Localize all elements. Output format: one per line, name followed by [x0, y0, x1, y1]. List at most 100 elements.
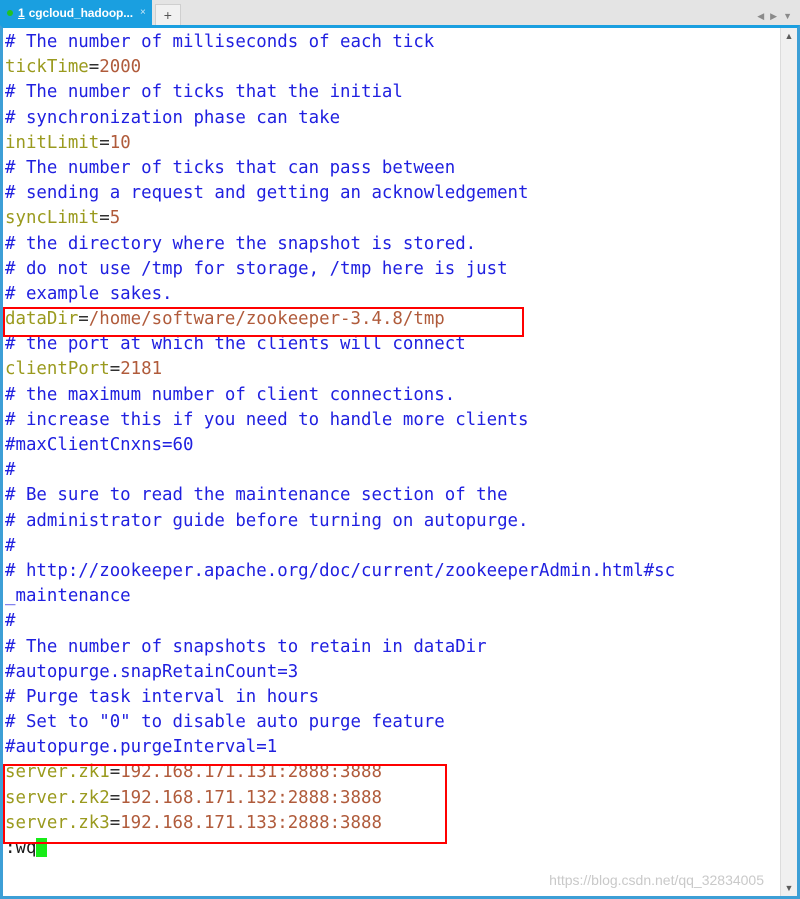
comment-token: # The number of ticks that can pass betw…: [5, 157, 456, 178]
code-line: #: [5, 609, 780, 634]
comment-token: # administrator guide before turning on …: [5, 510, 529, 531]
code-line: #: [5, 458, 780, 483]
terminal-screen[interactable]: # The number of milliseconds of each tic…: [3, 28, 780, 896]
code-line: clientPort=2181: [5, 357, 780, 382]
comment-token: #maxClientCnxns=60: [5, 435, 194, 455]
code-line: # administrator guide before turning on …: [5, 509, 780, 534]
tab-cgcloud-hadoop[interactable]: 1 cgcloud_hadoop... ×: [0, 0, 152, 25]
comment-token: # example sakes.: [5, 283, 173, 304]
config-value-token: 5: [109, 208, 121, 229]
comment-token: # Set to "0" to disable auto purge featu…: [5, 712, 445, 733]
comment-token: # The number of snapshots to retain in d…: [5, 636, 487, 657]
scroll-up-icon[interactable]: ▲: [781, 28, 797, 44]
code-line: # the maximum number of client connectio…: [5, 383, 780, 408]
code-line: #maxClientCnxns=60: [5, 433, 780, 458]
code-line: # increase this if you need to handle mo…: [5, 408, 780, 433]
equals-token: =: [109, 762, 121, 783]
comment-token: #: [5, 535, 16, 556]
code-line: initLimit=10: [5, 131, 780, 156]
vim-command-line[interactable]: :wq: [5, 836, 780, 861]
code-line: syncLimit=5: [5, 206, 780, 231]
tab-index-label: 1: [18, 5, 25, 20]
comment-token: # increase this if you need to handle mo…: [5, 409, 529, 430]
code-line: # do not use /tmp for storage, /tmp here…: [5, 257, 780, 282]
comment-token: # Purge task interval in hours: [5, 686, 320, 707]
comment-token: # The number of ticks that the initial: [5, 82, 403, 103]
editor-text-area[interactable]: # The number of milliseconds of each tic…: [5, 30, 780, 861]
equals-token: =: [109, 359, 121, 380]
comment-token: #: [5, 460, 16, 481]
code-line: #autopurge.purgeInterval=1: [5, 735, 780, 760]
code-line: server.zk3=192.168.171.133:2888:3888: [5, 811, 780, 836]
code-line: # The number of snapshots to retain in d…: [5, 635, 780, 660]
code-line: #autopurge.snapRetainCount=3: [5, 660, 780, 685]
config-value-token: 192.168.171.133:2888:3888: [120, 812, 382, 833]
code-line: # sending a request and getting an ackno…: [5, 181, 780, 206]
equals-token: =: [78, 309, 89, 330]
comment-token: # the maximum number of client connectio…: [5, 384, 456, 405]
comment-token: # the directory where the snapshot is st…: [5, 233, 477, 254]
code-line: # The number of milliseconds of each tic…: [5, 30, 780, 55]
comment-token: #autopurge.purgeInterval=1: [5, 737, 278, 758]
comment-token: # The number of milliseconds of each tic…: [5, 32, 435, 52]
comment-token: # the port at which the clients will con…: [5, 334, 466, 355]
equals-token: =: [99, 208, 110, 229]
config-value-token: 2000: [99, 57, 142, 78]
comment-token: # Be sure to read the maintenance sectio…: [5, 485, 508, 506]
scroll-down-icon[interactable]: ▼: [781, 880, 797, 896]
code-line: # the port at which the clients will con…: [5, 332, 780, 357]
code-line: # The number of ticks that the initial: [5, 80, 780, 105]
code-line: # http://zookeeper.apache.org/doc/curren…: [5, 559, 780, 584]
config-key-token: server.zk1: [5, 762, 110, 783]
code-line: #: [5, 534, 780, 559]
tab-bar-controls: ◀ ▶ ▼: [757, 12, 800, 25]
config-key-token: syncLimit: [5, 208, 100, 229]
config-key-token: tickTime: [5, 57, 89, 78]
config-value-token: 2181: [120, 359, 163, 380]
equals-token: =: [99, 132, 110, 153]
tab-list-menu-icon[interactable]: ▼: [783, 12, 792, 21]
code-line: # the directory where the snapshot is st…: [5, 232, 780, 257]
vertical-scrollbar[interactable]: ▲ ▼: [780, 28, 797, 896]
code-line: server.zk1=192.168.171.131:2888:3888: [5, 760, 780, 785]
config-key-token: initLimit: [5, 132, 100, 153]
code-line: dataDir=/home/software/zookeeper-3.4.8/t…: [5, 307, 780, 332]
config-key-token: server.zk3: [5, 812, 110, 833]
comment-token: _maintenance: [5, 586, 131, 607]
comment-token: #: [5, 611, 16, 632]
prev-tab-icon[interactable]: ◀: [757, 12, 764, 21]
code-line: # Be sure to read the maintenance sectio…: [5, 483, 780, 508]
equals-token: =: [109, 787, 121, 808]
config-value-token: /home/software/zookeeper-3.4.8/tmp: [88, 309, 445, 330]
code-line: # synchronization phase can take: [5, 106, 780, 131]
new-tab-button[interactable]: +: [154, 4, 181, 25]
terminal-frame: # The number of milliseconds of each tic…: [0, 25, 800, 899]
config-value-token: 10: [109, 132, 131, 153]
code-line: server.zk2=192.168.171.132:2888:3888: [5, 786, 780, 811]
config-key-token: dataDir: [5, 309, 79, 330]
code-line: # Purge task interval in hours: [5, 685, 780, 710]
code-line: # The number of ticks that can pass betw…: [5, 156, 780, 181]
comment-token: # synchronization phase can take: [5, 107, 341, 128]
terminal-window: 1 cgcloud_hadoop... × + ◀ ▶ ▼ # The numb…: [0, 0, 800, 899]
tab-title-label: cgcloud_hadoop...: [28, 5, 133, 20]
config-key-token: server.zk2: [5, 787, 110, 808]
comment-token: # do not use /tmp for storage, /tmp here…: [5, 258, 508, 279]
connection-status-dot: [7, 9, 13, 16]
config-value-token: 192.168.171.131:2888:3888: [120, 762, 382, 783]
equals-token: =: [88, 57, 100, 78]
comment-token: # sending a request and getting an ackno…: [5, 183, 529, 204]
config-value-token: 192.168.171.132:2888:3888: [120, 787, 382, 808]
equals-token: =: [109, 812, 121, 833]
comment-token: #autopurge.snapRetainCount=3: [5, 661, 299, 682]
tab-bar: 1 cgcloud_hadoop... × + ◀ ▶ ▼: [0, 0, 800, 25]
text-cursor: [36, 838, 48, 857]
code-line: # example sakes.: [5, 282, 780, 307]
watermark-text: https://blog.csdn.net/qq_32834005: [549, 872, 764, 888]
close-icon[interactable]: ×: [140, 7, 146, 18]
code-line: tickTime=2000: [5, 55, 780, 80]
next-tab-icon[interactable]: ▶: [770, 12, 777, 21]
code-line: _maintenance: [5, 584, 780, 609]
config-key-token: clientPort: [5, 359, 110, 380]
code-line: # Set to "0" to disable auto purge featu…: [5, 710, 780, 735]
